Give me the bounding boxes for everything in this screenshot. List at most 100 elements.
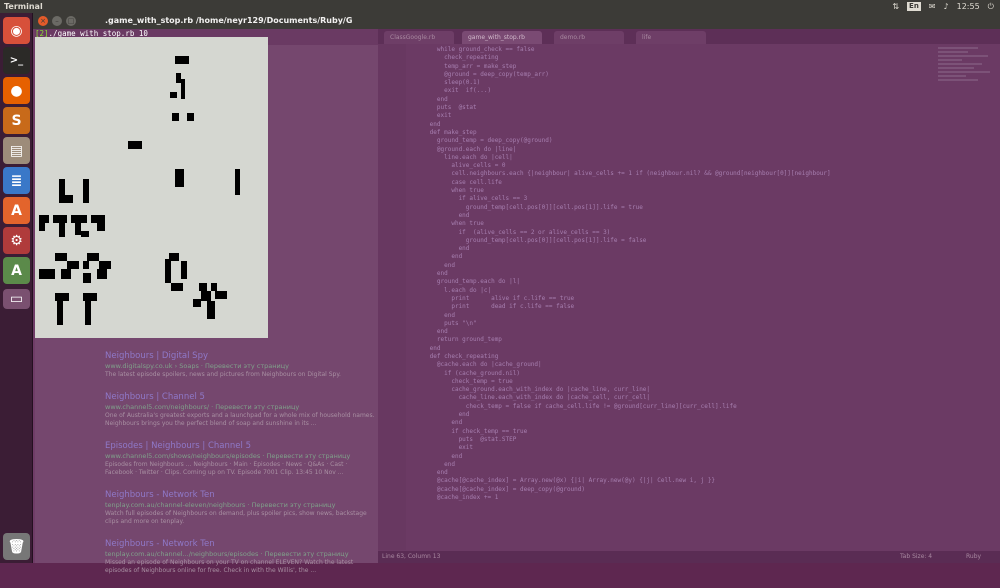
tab-size[interactable]: Tab Size: 4 [900,551,932,563]
code-line: def check_repeating [408,352,499,360]
editor-statusbar: Line 63, Column 13 Tab Size: 4 Ruby [378,551,1000,563]
files-icon[interactable]: ▤ [3,137,30,164]
writer-icon[interactable]: ≣ [3,167,30,194]
result-url[interactable]: www.channel5.com/neighbours/ · Перевести… [105,403,375,412]
editor-tab[interactable]: demo.rb [554,31,624,44]
live-cell [201,291,211,301]
firefox-icon[interactable]: ● [3,77,30,104]
live-cell [165,259,171,283]
software-center-icon[interactable]: A [3,197,30,224]
editor-tabbar: ClassGoogle.rb game_with_stop.rb demo.rb li… [378,29,1000,44]
code-line: check_temp = true [408,377,513,385]
window-controls: × – □ [38,16,76,26]
live-cell [172,113,179,121]
drive-icon[interactable]: ▭ [3,289,30,309]
close-icon[interactable]: × [38,16,48,26]
code-area[interactable]: while ground_check == false check_repeat… [408,46,928,502]
live-cell [71,215,87,223]
code-line: l.each do |c| [408,286,492,294]
live-cell [53,215,67,223]
dash-home-icon[interactable]: ◉ [3,17,30,44]
live-cell [39,215,49,223]
system-tray: ⇅ En ✉ ♪ 12:55 ⏻ [892,0,994,13]
result-description: The latest episode spoilers, news and pi… [105,371,341,378]
minimap[interactable] [938,47,996,137]
live-cell [235,169,240,195]
live-cell [187,113,194,121]
code-line: end [408,344,441,352]
search-result: Neighbours | Digital Spy www.digitalspy.c… [105,351,375,379]
code-line: end [408,460,455,468]
live-cell [181,261,187,279]
code-line: cell.neighbours.each {|neighbour| alive_… [408,170,831,178]
result-title[interactable]: Neighbours - Network Ten [105,490,375,501]
launcher: ◉ >_ ● S ▤ ≣ A ⚙ A ▭ 🗑 [0,13,33,563]
code-line: cache_ground.each_with_index do |cache_l… [408,386,651,394]
code-line: return ground_temp [408,336,502,344]
active-app-title: Terminal [4,2,43,11]
cursor-position: Line 63, Column 13 [382,553,441,560]
code-line: @cache[@cache_index] = Array.new(@x) {|i… [408,477,716,485]
code-line: check_repeating [408,54,499,62]
sublime-text-icon[interactable]: S [3,107,30,134]
live-cell [171,283,183,291]
code-line: end [408,411,470,419]
terminal-icon[interactable]: >_ [3,47,30,74]
code-line: cache_line.each_with_index do |cache_cel… [408,394,651,402]
system-top-panel: Terminal ⇅ En ✉ ♪ 12:55 ⏻ [0,0,1000,13]
search-results: Neighbours | Digital Spy www.digitalspy.c… [105,351,375,588]
live-cell [39,223,45,231]
code-line: end [408,311,455,319]
network-icon[interactable]: ⇅ [892,0,899,13]
live-cell [83,179,89,203]
mail-icon[interactable]: ✉ [929,0,936,13]
settings-gear-icon[interactable]: ⚙ [3,227,30,254]
code-line: alive_cells = 0 [408,162,506,170]
result-url[interactable]: www.digitalspy.co.uk › Soaps · Перевести… [105,362,375,371]
code-line: end [408,419,463,427]
syntax-mode[interactable]: Ruby [966,551,981,563]
result-title[interactable]: Neighbours | Digital Spy [105,351,375,362]
live-cell [83,273,91,283]
code-line: @cache.each do |cache_ground| [408,361,542,369]
code-line: @ground = deep_copy(temp_arr) [408,70,549,78]
result-title[interactable]: Neighbours | Channel 5 [105,392,375,403]
result-url[interactable]: www.channel5.com/shows/neighbours/episod… [105,452,375,461]
live-cell [83,261,89,269]
live-cell [207,301,215,319]
result-url[interactable]: tenplay.com.au/channel.../neighbours/epi… [105,550,375,559]
code-line: end [408,261,455,269]
volume-icon[interactable]: ♪ [944,0,949,13]
keyboard-layout-indicator[interactable]: En [907,2,921,11]
code-line: ground_temp[cell.pos[0]][cell.pos[1]].li… [408,236,647,244]
live-cell [67,261,79,269]
code-line: end [408,95,448,103]
code-line: print dead if c.life == false [408,303,575,311]
maximize-icon[interactable]: □ [66,16,76,26]
live-cell [99,261,111,269]
code-line: puts @stat.STEP [408,435,517,443]
live-cell [128,141,142,149]
live-cell [39,269,55,279]
code-line: when true [408,220,484,228]
code-line: exit [408,112,452,120]
power-icon[interactable]: ⏻ [988,0,994,13]
editor-tab[interactable]: game_with_stop.rb [462,31,542,44]
result-url[interactable]: tenplay.com.au/channel-eleven/neighbours… [105,501,375,510]
live-cell [175,169,184,187]
result-title[interactable]: Episodes | Neighbours | Channel 5 [105,441,375,452]
result-title[interactable]: Neighbours - Network Ten [105,539,375,550]
code-line: if (alive_cells == 2 or alive_cells == 3… [408,228,611,236]
clock[interactable]: 12:55 [957,0,980,13]
updater-icon[interactable]: A [3,257,30,284]
editor-tab[interactable]: life [636,31,706,44]
search-result: Neighbours | Channel 5 www.channel5.com/n… [105,392,375,428]
code-line: @cache_index += 1 [408,494,499,502]
live-cell [199,283,207,291]
trash-icon[interactable]: 🗑 [3,533,30,560]
live-cell [81,231,89,237]
minimize-icon[interactable]: – [52,16,62,26]
editor-tab[interactable]: ClassGoogle.rb [384,31,454,44]
live-cell [55,293,69,301]
search-result: Episodes | Neighbours | Channel 5 www.cha… [105,441,375,477]
